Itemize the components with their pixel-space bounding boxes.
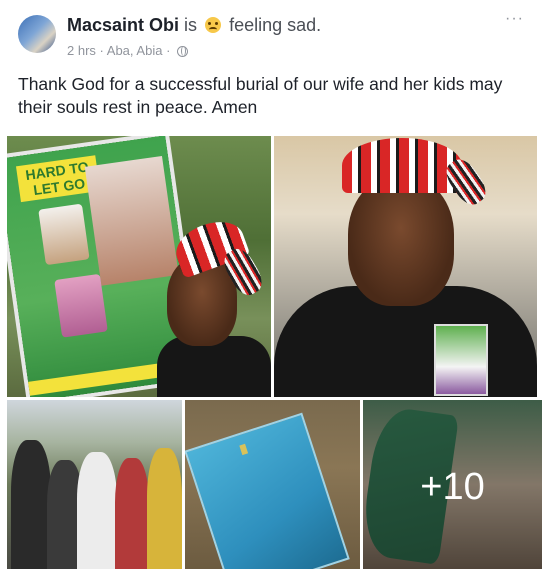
coffin [185, 412, 350, 569]
post-title-line: Macsaint Obi is feeling sad. [67, 15, 321, 36]
is-text: is [184, 15, 198, 35]
photo-1[interactable]: HARD TO LET GO [7, 136, 271, 397]
timestamp[interactable]: 2 hrs [67, 43, 96, 58]
author-name[interactable]: Macsaint Obi [67, 15, 179, 35]
photo-4[interactable] [185, 400, 360, 569]
memorial-badge [434, 324, 488, 396]
poster-kid-photo [38, 203, 90, 266]
location[interactable]: Aba, Abia [107, 43, 163, 58]
avatar[interactable] [18, 15, 56, 53]
feeling-text[interactable]: feeling sad. [229, 15, 321, 35]
photo-2[interactable] [274, 136, 537, 397]
globe-icon [177, 46, 189, 57]
mourner [147, 448, 182, 569]
post-header: Macsaint Obi is feeling sad. 2 hrs · Aba… [0, 0, 542, 68]
more-options-icon[interactable]: ··· [505, 10, 524, 28]
red-cap-2 [342, 138, 462, 193]
meta-separator: · [99, 43, 104, 58]
photo-3[interactable] [7, 400, 182, 569]
mourner [115, 458, 149, 569]
man-face-2 [348, 176, 454, 306]
post-meta: 2 hrs · Aba, Abia · [67, 43, 189, 58]
coffin-cross-icon [239, 443, 249, 456]
mourner [77, 452, 117, 569]
meta-separator-2: · [166, 43, 171, 58]
mourner [11, 440, 51, 569]
more-photos-count[interactable]: +10 [363, 466, 542, 509]
sad-face-icon [205, 17, 222, 33]
post-text: Thank God for a successful burial of our… [18, 74, 503, 117]
poster-kid-photo-2 [54, 273, 108, 338]
poster-portrait [84, 156, 179, 286]
